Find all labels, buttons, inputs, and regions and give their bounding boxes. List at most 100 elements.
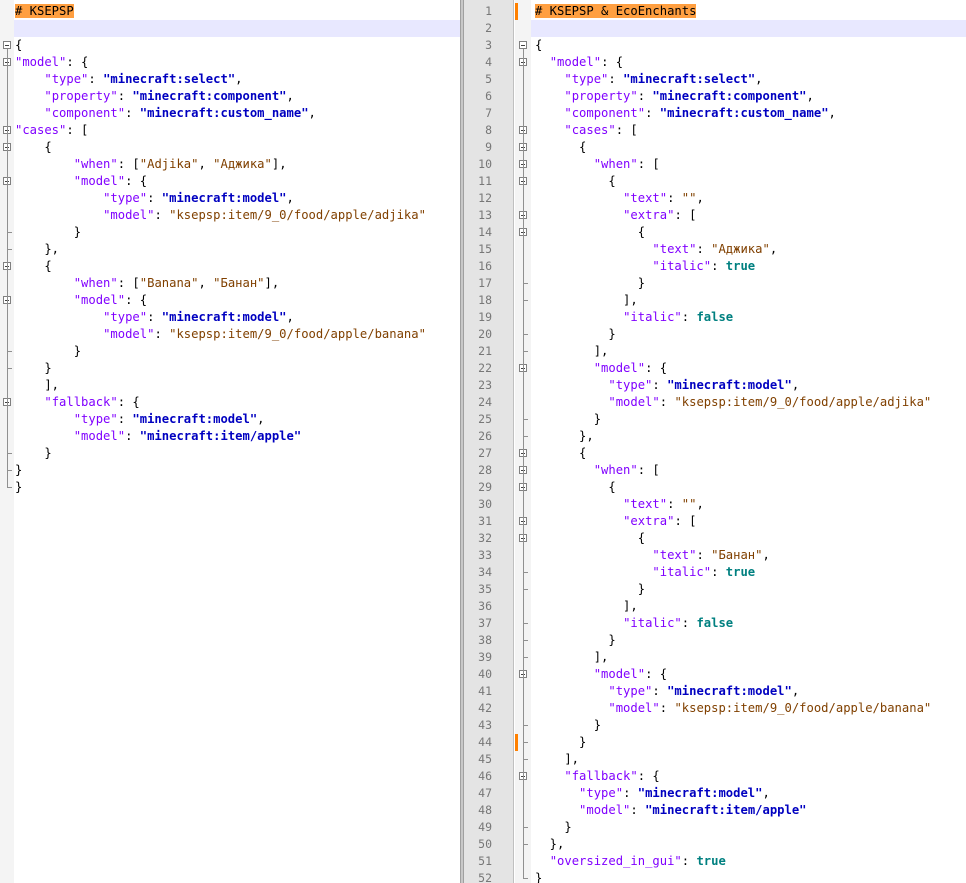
right-code-line[interactable]: 49 } <box>464 819 966 836</box>
left-code-line[interactable]: "model": { <box>0 292 460 309</box>
left-code-line[interactable] <box>0 20 460 37</box>
left-code-text: "type": "minecraft:model", <box>103 310 294 324</box>
left-code-line[interactable]: "model": { <box>0 54 460 71</box>
left-code-line[interactable]: "model": "ksepsp:item/9_0/food/apple/ban… <box>0 326 460 343</box>
left-code-line[interactable]: } <box>0 479 460 496</box>
right-code-line[interactable]: 35 } <box>464 581 966 598</box>
left-code-line[interactable]: "type": "minecraft:model", <box>0 411 460 428</box>
left-code-line[interactable]: "component": "minecraft:custom_name", <box>0 105 460 122</box>
left-code-line[interactable]: "type": "minecraft:model", <box>0 309 460 326</box>
right-code-line[interactable]: 7 "component": "minecraft:custom_name", <box>464 105 966 122</box>
right-code-line[interactable]: 39 ], <box>464 649 966 666</box>
right-code-line[interactable]: 50 }, <box>464 836 966 853</box>
fold-end-marker <box>523 623 528 624</box>
right-code-line[interactable]: 21 ], <box>464 343 966 360</box>
left-code-line[interactable]: } <box>0 343 460 360</box>
right-code-line[interactable]: 22 "model": { <box>464 360 966 377</box>
right-code-text: "type": "minecraft:model", <box>608 684 800 698</box>
right-code-line[interactable]: 27 { <box>464 445 966 462</box>
right-code-line[interactable]: 23 "type": "minecraft:model", <box>464 377 966 394</box>
right-code-text: { <box>535 38 543 52</box>
left-code-line[interactable]: } <box>0 224 460 241</box>
left-code-line[interactable]: # KSEPSP <box>0 3 460 20</box>
right-code-line[interactable]: 24 "model": "ksepsp:item/9_0/food/apple/… <box>464 394 966 411</box>
fold-toggle-icon[interactable] <box>519 41 527 49</box>
right-code-line[interactable]: 4 "model": { <box>464 54 966 71</box>
line-number: 26 <box>478 429 492 443</box>
right-code-line[interactable]: 18 ], <box>464 292 966 309</box>
right-code-line[interactable]: 32 { <box>464 530 966 547</box>
right-code-line[interactable]: 5 "type": "minecraft:select", <box>464 71 966 88</box>
left-code-line[interactable]: } <box>0 360 460 377</box>
left-code-line[interactable]: } <box>0 462 460 479</box>
right-code-line[interactable]: 43 } <box>464 717 966 734</box>
left-code-line[interactable]: { <box>0 258 460 275</box>
right-code-line[interactable]: 11 { <box>464 173 966 190</box>
fold-end-marker <box>7 487 12 488</box>
right-code-line[interactable]: 40 "model": { <box>464 666 966 683</box>
right-code-line[interactable]: 13 "extra": [ <box>464 207 966 224</box>
right-code-line[interactable]: 1 # KSEPSP & EcoEnchants <box>464 3 966 20</box>
right-code-line[interactable]: 44 } <box>464 734 966 751</box>
fold-end-marker <box>523 742 528 743</box>
left-code-line[interactable]: "model": { <box>0 173 460 190</box>
left-code-line[interactable]: { <box>0 139 460 156</box>
right-code-line[interactable]: 9 { <box>464 139 966 156</box>
right-code-text: ], <box>535 293 638 307</box>
left-code-line[interactable]: "type": "minecraft:select", <box>0 71 460 88</box>
left-code-line[interactable]: "when": ["Banana", "Банан"], <box>0 275 460 292</box>
right-code-line[interactable]: 17 } <box>464 275 966 292</box>
left-editor-pane[interactable]: # KSEPSP {"model": { "type": "minecraft:s… <box>0 0 460 883</box>
right-code-line[interactable]: 26 }, <box>464 428 966 445</box>
line-number: 45 <box>478 752 492 766</box>
right-code-line[interactable]: 10 "when": [ <box>464 156 966 173</box>
right-code-line[interactable]: 45 ], <box>464 751 966 768</box>
right-code-line[interactable]: 33 "text": "Банан", <box>464 547 966 564</box>
left-code-line[interactable]: "fallback": { <box>0 394 460 411</box>
right-code-line[interactable]: 47 "type": "minecraft:model", <box>464 785 966 802</box>
right-code-line[interactable]: 51 "oversized_in_gui": true <box>464 853 966 870</box>
right-code-line[interactable]: 3{ <box>464 37 966 54</box>
right-code-line[interactable]: 20 } <box>464 326 966 343</box>
left-code-line[interactable]: }, <box>0 241 460 258</box>
left-code-line[interactable]: "when": ["Adjika", "Аджика"], <box>0 156 460 173</box>
right-code-line[interactable]: 36 ], <box>464 598 966 615</box>
left-code-text: "type": "minecraft:model", <box>103 191 294 205</box>
right-code-line[interactable]: 6 "property": "minecraft:component", <box>464 88 966 105</box>
right-code-line[interactable]: 37 "italic": false <box>464 615 966 632</box>
right-code-line[interactable]: 16 "italic": true <box>464 258 966 275</box>
right-code-line[interactable]: 30 "text": "", <box>464 496 966 513</box>
line-number: 43 <box>478 718 492 732</box>
line-number: 8 <box>485 123 492 137</box>
fold-toggle-icon[interactable] <box>3 41 11 49</box>
right-code-line[interactable]: 12 "text": "", <box>464 190 966 207</box>
right-code-line[interactable]: 52} <box>464 870 966 883</box>
right-code-text: "italic": true <box>652 565 756 579</box>
right-code-line[interactable]: 15 "text": "Аджика", <box>464 241 966 258</box>
right-code-line[interactable]: 38 } <box>464 632 966 649</box>
right-code-line[interactable]: 31 "extra": [ <box>464 513 966 530</box>
right-code-line[interactable]: 41 "type": "minecraft:model", <box>464 683 966 700</box>
right-code-line[interactable]: 34 "italic": true <box>464 564 966 581</box>
right-code-line[interactable]: 19 "italic": false <box>464 309 966 326</box>
right-code-line[interactable]: 14 { <box>464 224 966 241</box>
right-code-line[interactable]: 2 <box>464 20 966 37</box>
right-code-line[interactable]: 8 "cases": [ <box>464 122 966 139</box>
right-code-line[interactable]: 42 "model": "ksepsp:item/9_0/food/apple/… <box>464 700 966 717</box>
left-code-line[interactable]: { <box>0 37 460 54</box>
left-code-line[interactable]: ], <box>0 377 460 394</box>
left-code-line[interactable]: "type": "minecraft:model", <box>0 190 460 207</box>
left-code-line[interactable]: "model": "minecraft:item/apple" <box>0 428 460 445</box>
fold-end-marker <box>7 453 12 454</box>
right-code-line[interactable]: 28 "when": [ <box>464 462 966 479</box>
right-code-line[interactable]: 48 "model": "minecraft:item/apple" <box>464 802 966 819</box>
right-code-line[interactable]: 25 } <box>464 411 966 428</box>
right-code-line[interactable]: 29 { <box>464 479 966 496</box>
left-code-line[interactable]: "cases": [ <box>0 122 460 139</box>
fold-end-marker <box>523 300 528 301</box>
left-code-line[interactable]: "property": "minecraft:component", <box>0 88 460 105</box>
left-code-line[interactable]: } <box>0 445 460 462</box>
left-code-line[interactable]: "model": "ksepsp:item/9_0/food/apple/adj… <box>0 207 460 224</box>
right-editor-pane[interactable]: 1 # KSEPSP & EcoEnchants 2 3{4 "model": {5 … <box>464 0 966 883</box>
right-code-line[interactable]: 46 "fallback": { <box>464 768 966 785</box>
